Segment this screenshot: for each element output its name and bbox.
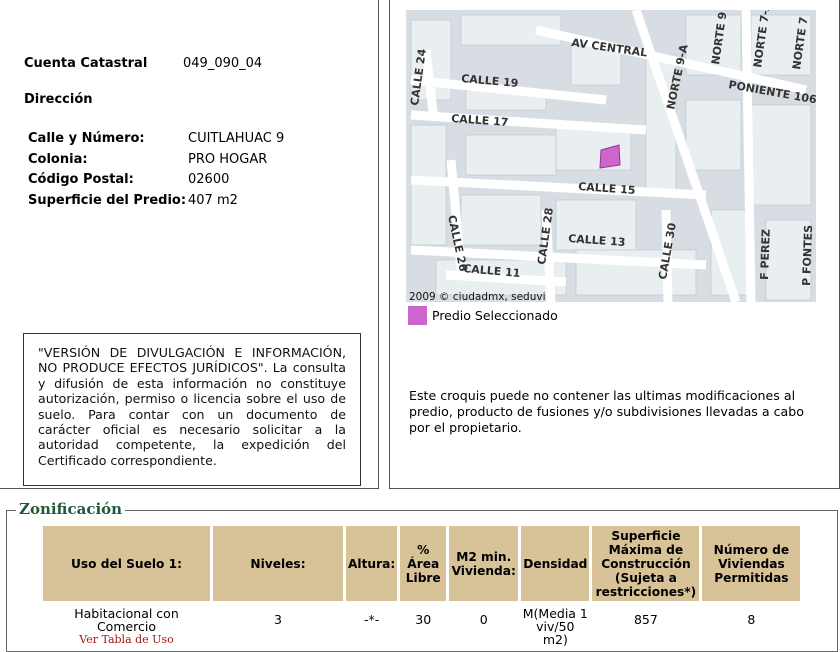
zonificacion-table: Uso del Suelo 1: Niveles: Altura: % Área… xyxy=(40,526,803,647)
cuenta-catastral: Cuenta Catastral 049_090_04 xyxy=(24,56,262,71)
cuenta-catastral-value: 049_090_04 xyxy=(183,56,263,71)
ver-tabla-uso-link[interactable]: Ver Tabla de Uso xyxy=(44,633,209,646)
cell-altura: -*- xyxy=(363,612,380,627)
map-legend: Predio Seleccionado xyxy=(408,306,558,325)
address-row-superficie: Superficie del Predio: 407 m2 xyxy=(28,192,238,208)
header-num-viviendas: Número de Viviendas Permitidas xyxy=(702,526,801,601)
address-row-calle: Calle y Número: CUITLAHUAC 9 xyxy=(28,131,285,146)
table-row: Habitacional con Comercio Ver Tabla de U… xyxy=(43,601,800,647)
header-m2-min: M2 min. Vivienda: xyxy=(449,526,519,601)
header-densidad: Densidad xyxy=(521,526,590,601)
header-niveles: Niveles: xyxy=(213,526,343,601)
header-uso-suelo: Uso del Suelo 1: xyxy=(43,526,210,601)
address-row-colonia: Colonia: PRO HOGAR xyxy=(28,151,268,167)
legend-label: Predio Seleccionado xyxy=(432,308,558,323)
direccion-title: Dirección xyxy=(24,92,93,107)
header-area-libre: % Área Libre xyxy=(400,526,447,601)
cell-num-viviendas: 8 xyxy=(747,612,756,627)
zonificacion-title: Zonificación xyxy=(16,500,126,518)
cuenta-catastral-label: Cuenta Catastral xyxy=(24,56,148,71)
cell-m2-min: 0 xyxy=(479,612,488,627)
location-map[interactable]: AV CENTRAL CALLE 19 CALLE 24 CALLE 17 CA… xyxy=(406,10,816,302)
address-table: Calle y Número: CUITLAHUAC 9 Colonia: PRO … xyxy=(28,131,284,213)
address-row-cp: Código Postal: 02600 xyxy=(28,172,230,187)
map-copyright: 2009 © ciudadmx, seduvi xyxy=(409,291,546,302)
map-note: Este croquis puede no contener las ultim… xyxy=(409,388,804,435)
cell-uso-suelo: Habitacional con Comercio Ver Tabla de U… xyxy=(43,601,210,647)
cell-niveles: 3 xyxy=(274,612,282,627)
table-header-row: Uso del Suelo 1: Niveles: Altura: % Área… xyxy=(43,526,801,601)
cell-densidad: M(Media 1 viv/50 m2) xyxy=(522,606,588,647)
header-altura: Altura: xyxy=(346,526,398,601)
header-superficie-max: Superficie Máxima de Construcción (Sujet… xyxy=(592,526,700,601)
disclaimer-box: "VERSIÓN DE DIVULGACIÓN E INFORMACIÓN, N… xyxy=(23,333,361,486)
svg-text:P FONTES: P FONTES xyxy=(800,225,815,286)
cell-area-libre: 30 xyxy=(415,612,432,627)
svg-text:F PEREZ: F PEREZ xyxy=(758,229,773,280)
selected-lot-swatch xyxy=(408,306,427,325)
cell-superficie-max: 857 xyxy=(633,612,658,627)
